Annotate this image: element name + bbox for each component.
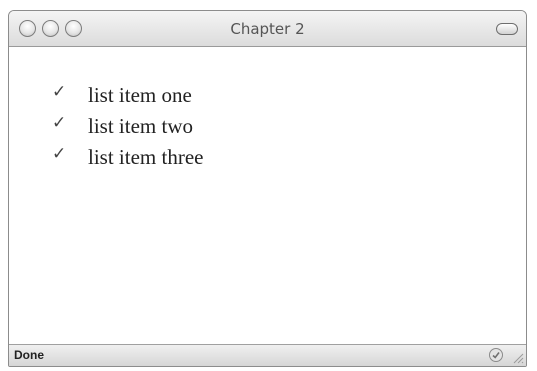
page-content: ✓ list item one ✓ list item two ✓ list i…	[9, 47, 526, 344]
status-text: Done	[14, 348, 44, 362]
list-item: ✓ list item two	[52, 111, 203, 142]
checkmark-icon: ✓	[52, 82, 67, 102]
list-item-label: list item one	[88, 83, 192, 107]
list-item: ✓ list item three	[52, 142, 203, 173]
toolbar-toggle-button[interactable]	[496, 23, 518, 35]
status-bar: Done	[9, 344, 526, 366]
title-bar[interactable]: Chapter 2	[9, 11, 526, 47]
page-load-status-icon[interactable]	[488, 347, 504, 363]
list-item-label: list item three	[88, 145, 204, 169]
checkmark-icon: ✓	[52, 113, 67, 133]
list-item: ✓ list item one	[52, 80, 203, 111]
resize-grip-icon[interactable]	[511, 351, 524, 364]
checkmark-icon: ✓	[52, 144, 67, 164]
window-title: Chapter 2	[230, 20, 305, 38]
browser-window: Chapter 2 ✓ list item one ✓ list item tw…	[8, 10, 527, 367]
list-item-label: list item two	[88, 114, 193, 138]
checklist: ✓ list item one ✓ list item two ✓ list i…	[52, 80, 203, 173]
